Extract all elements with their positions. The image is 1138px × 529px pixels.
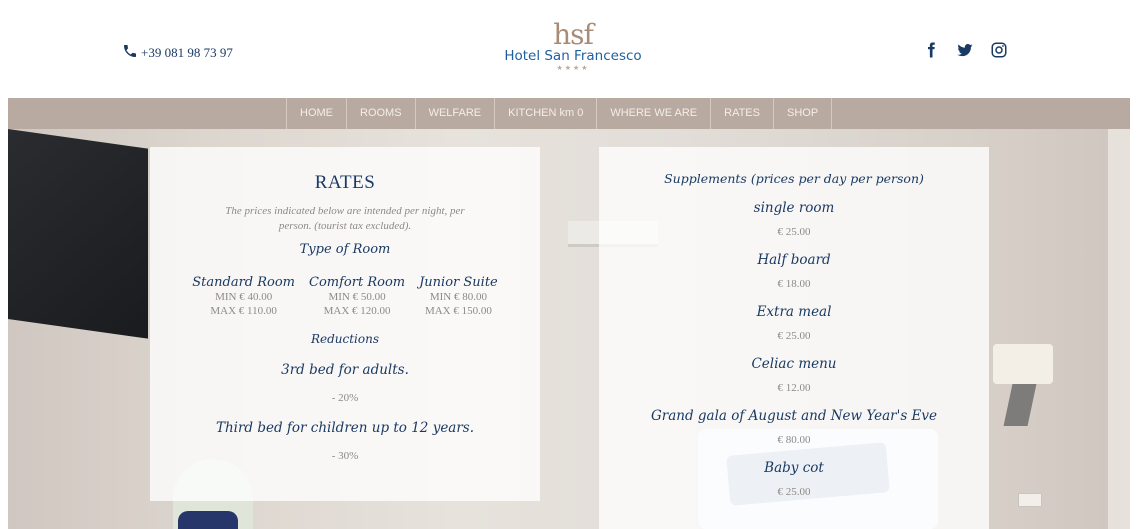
nav-item-shop[interactable]: SHOP	[772, 98, 833, 129]
facebook-icon[interactable]	[922, 41, 940, 59]
room-junior-suite: Junior Suite MIN € 80.00 MAX € 150.00	[419, 275, 498, 318]
room-name: Junior Suite	[419, 275, 498, 290]
lamp-image	[993, 344, 1053, 384]
social-links	[922, 41, 1008, 59]
supplement-price: € 80.00	[777, 434, 811, 446]
room-prices: Standard Room MIN € 40.00 MAX € 110.00 C…	[150, 275, 540, 318]
twitter-icon[interactable]	[956, 41, 974, 59]
logo-stars: ★★★★	[556, 64, 590, 72]
logo-name: Hotel San Francesco	[504, 48, 642, 64]
nav-item-kitchen[interactable]: KITCHEN km 0	[494, 98, 596, 129]
door-image	[1108, 129, 1130, 529]
phone-icon	[122, 43, 138, 63]
nav-item-welfare[interactable]: WELFARE	[414, 98, 495, 129]
supplements-panel: Supplements (prices per day per person) …	[599, 147, 989, 529]
room-type-heading: Type of Room	[299, 242, 391, 257]
reduction-value: - 20%	[331, 392, 359, 404]
supplement-price: € 25.00	[777, 330, 811, 342]
vase-image	[178, 511, 238, 529]
reductions-heading: Reductions	[310, 332, 380, 346]
room-standard: Standard Room MIN € 40.00 MAX € 110.00	[192, 275, 295, 318]
supplement-label: Baby cot	[764, 460, 824, 476]
supplement-price: € 25.00	[777, 226, 811, 238]
nav-items: HOME ROOMS WELFARE KITCHEN km 0 WHERE WE…	[286, 98, 833, 129]
supplements-heading: Supplements (prices per day per person)	[664, 171, 924, 186]
room-max-price: MAX € 150.00	[424, 305, 492, 317]
page: +39 081 98 73 97 hsf Hotel San Francesco…	[8, 8, 1130, 529]
instagram-icon[interactable]	[990, 41, 1008, 59]
supplement-price: € 18.00	[777, 278, 811, 290]
hotel-logo[interactable]: hsf Hotel San Francesco ★★★★	[498, 18, 648, 73]
supplement-label: Grand gala of August and New Year's Eve	[650, 408, 938, 424]
nav-item-rooms[interactable]: ROOMS	[346, 98, 415, 129]
main-nav: HOME ROOMS WELFARE KITCHEN km 0 WHERE WE…	[8, 98, 1130, 129]
rates-note: The prices indicated below are intended …	[225, 205, 465, 232]
room-min-price: MIN € 40.00	[215, 291, 273, 303]
lamp-stand-image	[1003, 384, 1037, 426]
supplement-label: single room	[753, 200, 835, 216]
room-min-price: MIN € 80.00	[429, 291, 487, 303]
rates-panel: RATES The prices indicated below are int…	[150, 147, 540, 501]
nav-item-where-we-are[interactable]: WHERE WE ARE	[596, 98, 710, 129]
rates-title: RATES	[314, 172, 376, 193]
light-switch-image	[1018, 493, 1042, 507]
nav-item-home[interactable]: HOME	[286, 98, 346, 129]
site-header: +39 081 98 73 97 hsf Hotel San Francesco…	[8, 8, 1130, 96]
logo-mark: hsf	[553, 18, 594, 51]
reduction-label: 3rd bed for adults.	[281, 362, 409, 378]
room-max-price: MAX € 110.00	[210, 305, 277, 317]
reduction-value: - 30%	[331, 450, 359, 462]
room-comfort: Comfort Room MIN € 50.00 MAX € 120.00	[309, 275, 405, 318]
room-min-price: MIN € 50.00	[328, 291, 386, 303]
supplement-label: Extra meal	[756, 304, 832, 320]
room-max-price: MAX € 120.00	[323, 305, 391, 317]
reduction-label: Third bed for children up to 12 years.	[215, 420, 475, 436]
supplement-price: € 12.00	[777, 382, 811, 394]
phone-link[interactable]: +39 081 98 73 97	[122, 43, 233, 63]
tv-image	[8, 129, 148, 339]
room-name: Comfort Room	[309, 275, 406, 290]
supplement-price: € 25.00	[777, 486, 811, 498]
room-name: Standard Room	[192, 275, 296, 290]
phone-number: +39 081 98 73 97	[141, 45, 233, 60]
nav-item-rates[interactable]: RATES	[710, 98, 773, 129]
supplement-label: Half board	[757, 252, 831, 268]
supplement-label: Celiac menu	[751, 356, 837, 372]
